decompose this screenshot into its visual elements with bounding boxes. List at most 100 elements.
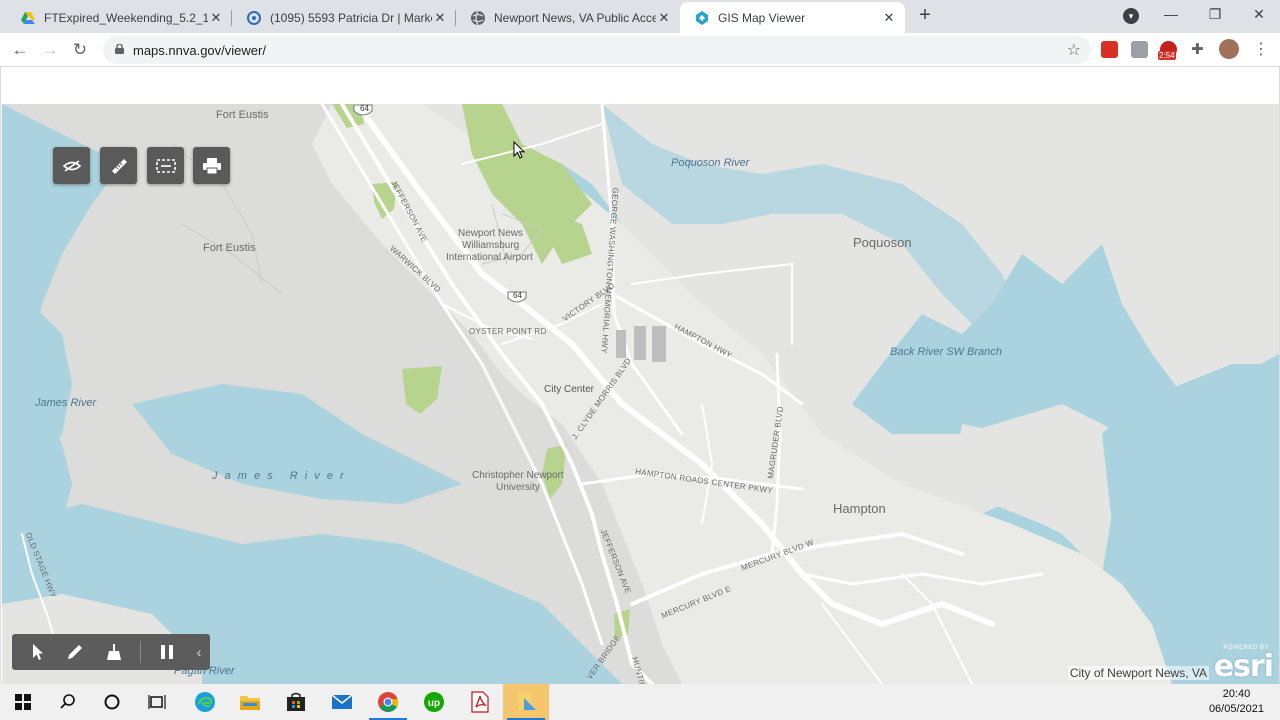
ruler-icon bbox=[111, 158, 127, 174]
mail-icon bbox=[331, 694, 353, 709]
close-tab-icon[interactable]: ✕ bbox=[432, 10, 448, 26]
google-drive-icon bbox=[20, 10, 36, 26]
gis-icon bbox=[694, 10, 710, 26]
place-label: Williamsburg bbox=[462, 240, 520, 251]
place-label: Poquoson bbox=[853, 235, 912, 250]
place-label: Fort Eustis bbox=[203, 242, 256, 254]
tab-title: Newport News, VA Public Access bbox=[494, 10, 656, 25]
reload-icon[interactable]: ↻ bbox=[67, 37, 93, 63]
edge-icon bbox=[195, 692, 215, 712]
place-label: City Center bbox=[544, 384, 595, 395]
taskbar-mail[interactable] bbox=[319, 684, 365, 720]
bookmark-star-icon[interactable]: ☆ bbox=[1067, 40, 1081, 60]
pause-icon bbox=[161, 645, 173, 659]
broom-tool-button[interactable] bbox=[103, 641, 125, 663]
mouse-cursor-icon bbox=[513, 141, 526, 159]
select-area-icon bbox=[155, 158, 176, 173]
map-view[interactable]: 64 64 Fort Eustis Fort Eustis Poquoson R… bbox=[2, 104, 1279, 684]
extension-lastpass-icon[interactable] bbox=[1101, 41, 1118, 58]
globe-icon bbox=[470, 10, 486, 26]
pointer-tool-button[interactable] bbox=[27, 641, 49, 663]
svg-text:up: up bbox=[428, 698, 440, 709]
place-label: Fort Eustis bbox=[216, 109, 269, 121]
interstate-label: 64 bbox=[360, 104, 369, 113]
tab-gis-map-viewer[interactable]: GIS Map Viewer ✕ bbox=[680, 2, 905, 33]
lock-icon bbox=[115, 44, 124, 54]
place-label: Hampton bbox=[833, 501, 886, 516]
close-window-icon[interactable]: ✕ bbox=[1237, 0, 1280, 30]
kebab-menu-icon[interactable]: ⋮ bbox=[1253, 39, 1269, 59]
map-attribution: City of Newport News, VA bbox=[1067, 666, 1209, 680]
pause-button[interactable] bbox=[156, 641, 178, 663]
close-tab-icon[interactable]: ✕ bbox=[208, 10, 224, 26]
toolbar-divider bbox=[140, 641, 141, 663]
close-tab-icon[interactable]: ✕ bbox=[656, 10, 672, 26]
esri-wordmark: esri bbox=[1213, 649, 1274, 684]
taskbar-upwork[interactable]: up bbox=[411, 684, 457, 720]
collapse-chevron-icon[interactable]: ‹ bbox=[192, 641, 206, 663]
tab-marketing[interactable]: (1095) 5593 Patricia Dr | Marketing ✕ bbox=[232, 2, 456, 33]
store-icon bbox=[287, 692, 305, 711]
cortana-icon bbox=[104, 694, 120, 710]
minimize-icon[interactable]: — bbox=[1149, 0, 1193, 30]
forward-arrow-icon[interactable]: → bbox=[37, 37, 63, 63]
taskbar-acrobat[interactable] bbox=[457, 684, 503, 720]
print-tool-button[interactable] bbox=[193, 147, 230, 184]
pencil-tool-button[interactable] bbox=[64, 641, 86, 663]
taskbar-file-explorer[interactable] bbox=[227, 684, 273, 720]
close-tab-icon[interactable]: ✕ bbox=[881, 10, 897, 26]
interstate-label: 64 bbox=[513, 291, 522, 300]
back-arrow-icon[interactable]: ← bbox=[7, 37, 33, 63]
restore-icon[interactable]: ❐ bbox=[1193, 0, 1237, 30]
tab-title: (1095) 5593 Patricia Dr | Marketing bbox=[270, 10, 432, 25]
chrome-icon bbox=[378, 692, 399, 712]
search-icon bbox=[60, 694, 75, 709]
basemap bbox=[2, 104, 1279, 684]
print-icon bbox=[202, 157, 221, 174]
water-label: James River bbox=[35, 397, 97, 409]
tab-google-drive[interactable]: FTExpired_Weekending_5.2_1 - Go ✕ bbox=[6, 2, 232, 33]
hide-map-tool-button[interactable] bbox=[53, 147, 90, 184]
taskbar-store[interactable] bbox=[273, 684, 319, 720]
place-label: University bbox=[496, 482, 540, 493]
folder-icon bbox=[240, 696, 260, 710]
cortana-button[interactable] bbox=[89, 684, 135, 720]
new-tab-button[interactable]: + bbox=[914, 4, 936, 28]
tab-title: GIS Map Viewer bbox=[718, 10, 806, 25]
task-view-button[interactable] bbox=[134, 684, 180, 720]
upwork-icon: up bbox=[424, 692, 444, 712]
taskbar-photos[interactable] bbox=[503, 684, 549, 720]
pencil-icon bbox=[68, 645, 82, 659]
water-label: Poquoson River bbox=[671, 157, 750, 169]
address-bar[interactable]: maps.nnva.gov/viewer/ ☆ bbox=[103, 36, 1091, 64]
acrobat-icon bbox=[471, 691, 489, 713]
search-button[interactable] bbox=[45, 684, 91, 720]
browser-window: FTExpired_Weekending_5.2_1 - Go ✕ (1095)… bbox=[0, 0, 1280, 684]
profile-avatar[interactable] bbox=[1219, 39, 1239, 59]
tab-search-icon[interactable]: ▾ bbox=[1123, 8, 1139, 24]
start-button[interactable] bbox=[0, 684, 46, 720]
extension-badge: 2:54 bbox=[1158, 51, 1176, 60]
photos-icon bbox=[518, 693, 536, 710]
water-label: Back River SW Branch bbox=[890, 346, 1002, 358]
place-label: International Airport bbox=[446, 252, 533, 263]
puzzle-extensions-icon[interactable]: ✚ bbox=[1191, 40, 1204, 58]
pointer-icon bbox=[33, 644, 43, 660]
taskbar-edge[interactable] bbox=[182, 684, 228, 720]
tab-title: FTExpired_Weekending_5.2_1 - Go bbox=[44, 10, 208, 25]
page-content: 64 64 Fort Eustis Fort Eustis Poquoson R… bbox=[0, 67, 1280, 684]
taskbar-chrome[interactable] bbox=[365, 684, 411, 720]
teams-icon bbox=[246, 10, 262, 26]
extension-timer-icon[interactable]: 2:54 bbox=[1158, 41, 1177, 60]
system-clock[interactable]: 20:40 06/05/2021 bbox=[1209, 687, 1264, 717]
tab-public-access[interactable]: Newport News, VA Public Access ✕ bbox=[456, 2, 680, 33]
measure-tool-button[interactable] bbox=[100, 147, 137, 184]
tab-strip: FTExpired_Weekending_5.2_1 - Go ✕ (1095)… bbox=[0, 0, 1280, 33]
road-label: OYSTER POINT RD bbox=[469, 327, 547, 336]
extension-code-icon[interactable] bbox=[1131, 41, 1148, 58]
windows-logo-icon bbox=[15, 694, 31, 710]
broom-icon bbox=[107, 644, 121, 660]
windows-taskbar: up 20:40 06/05/2021 bbox=[0, 684, 1280, 720]
clock-date: 06/05/2021 bbox=[1208, 703, 1264, 715]
select-area-tool-button[interactable] bbox=[147, 147, 184, 184]
